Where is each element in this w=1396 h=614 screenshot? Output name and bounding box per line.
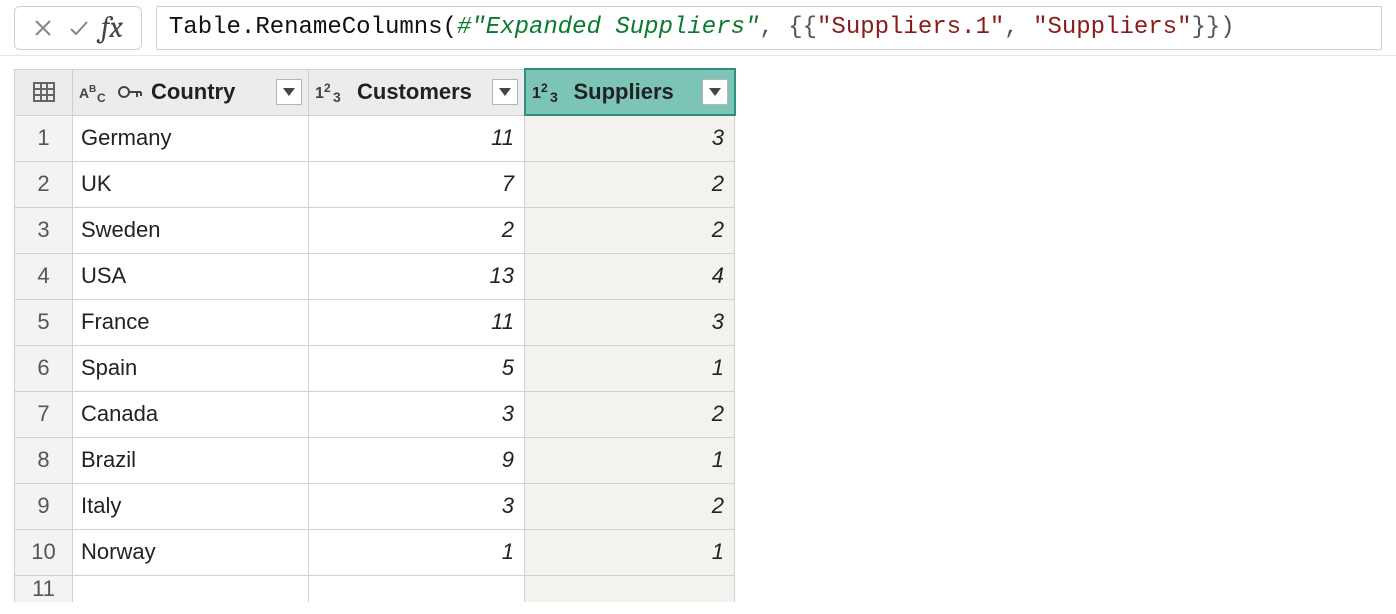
svg-text:1: 1	[315, 85, 324, 102]
data-grid: A B C Country	[0, 56, 1396, 602]
formula-token: ,	[1004, 14, 1033, 41]
select-all-corner[interactable]	[15, 69, 73, 115]
row-number[interactable]: 10	[15, 529, 73, 575]
column-label: Country	[149, 79, 235, 105]
table-row[interactable]: 8Brazil91	[15, 437, 735, 483]
cell-country[interactable]: Spain	[73, 345, 309, 391]
svg-text:C: C	[97, 91, 106, 104]
svg-text:3: 3	[550, 89, 558, 104]
formula-token: "Suppliers"	[1033, 14, 1191, 41]
column-header-country[interactable]: A B C Country	[73, 69, 309, 115]
table-row[interactable]: 2UK72	[15, 161, 735, 207]
cell-customers[interactable]: 9	[309, 437, 525, 483]
cell-suppliers[interactable]: 1	[525, 437, 735, 483]
cell-suppliers[interactable]: 2	[525, 483, 735, 529]
table-row[interactable]: 6Spain51	[15, 345, 735, 391]
table-row[interactable]: 10Norway11	[15, 529, 735, 575]
cell-country[interactable]: Brazil	[73, 437, 309, 483]
cell-suppliers[interactable]: 2	[525, 391, 735, 437]
formula-token: , {{	[759, 14, 817, 41]
table-row[interactable]: 11	[15, 575, 735, 602]
row-number[interactable]: 6	[15, 345, 73, 391]
svg-text:A: A	[79, 85, 89, 101]
formula-token: Table.RenameColumns(	[169, 14, 457, 41]
formula-input[interactable]: Table.RenameColumns(#"Expanded Suppliers…	[156, 6, 1382, 50]
formula-bar: fx Table.RenameColumns(#"Expanded Suppli…	[0, 0, 1396, 56]
cell-customers[interactable]: 2	[309, 207, 525, 253]
row-number[interactable]: 2	[15, 161, 73, 207]
cell-country[interactable]: Canada	[73, 391, 309, 437]
table-row[interactable]: 4USA134	[15, 253, 735, 299]
filter-button-customers[interactable]	[492, 79, 518, 105]
cell-country[interactable]: France	[73, 299, 309, 345]
key-icon	[117, 81, 143, 103]
svg-text:2: 2	[324, 81, 331, 95]
row-number[interactable]: 9	[15, 483, 73, 529]
filter-button-country[interactable]	[276, 79, 302, 105]
number-type-icon: 1 2 3	[532, 80, 566, 104]
table-row[interactable]: 7Canada32	[15, 391, 735, 437]
cell-customers[interactable]: 7	[309, 161, 525, 207]
row-number[interactable]: 5	[15, 299, 73, 345]
cell-suppliers[interactable]: 3	[525, 115, 735, 161]
cell-customers[interactable]: 3	[309, 483, 525, 529]
row-number[interactable]: 7	[15, 391, 73, 437]
svg-text:B: B	[89, 84, 96, 95]
cell-country[interactable]: Germany	[73, 115, 309, 161]
cell-customers[interactable]: 3	[309, 391, 525, 437]
row-number[interactable]: 1	[15, 115, 73, 161]
formula-token: #"Expanded Suppliers"	[457, 14, 759, 41]
formula-controls: fx	[14, 6, 142, 50]
table-row[interactable]: 5France113	[15, 299, 735, 345]
cell-country[interactable]: UK	[73, 161, 309, 207]
column-header-customers[interactable]: 1 2 3 Customers	[309, 69, 525, 115]
number-type-icon: 1 2 3	[315, 80, 349, 104]
table-row[interactable]: 9Italy32	[15, 483, 735, 529]
cell-suppliers[interactable]: 2	[525, 207, 735, 253]
cell-suppliers[interactable]: 4	[525, 253, 735, 299]
cell-suppliers[interactable]: 2	[525, 161, 735, 207]
cell-country[interactable]: Sweden	[73, 207, 309, 253]
cell-suppliers[interactable]: 1	[525, 345, 735, 391]
cell-country[interactable]: USA	[73, 253, 309, 299]
formula-token: "Suppliers.1"	[817, 14, 1004, 41]
row-number[interactable]: 4	[15, 253, 73, 299]
cell-country[interactable]	[73, 575, 309, 602]
cell-customers[interactable]: 5	[309, 345, 525, 391]
text-type-icon: A B C	[79, 80, 111, 104]
cell-suppliers[interactable]: 1	[525, 529, 735, 575]
cell-customers[interactable]	[309, 575, 525, 602]
svg-text:2: 2	[541, 81, 548, 95]
row-number[interactable]: 11	[15, 575, 73, 602]
cell-suppliers[interactable]	[525, 575, 735, 602]
formula-cancel-button[interactable]	[25, 8, 61, 48]
formula-token: }})	[1192, 14, 1235, 41]
column-label: Customers	[355, 79, 472, 105]
row-number[interactable]: 8	[15, 437, 73, 483]
cell-country[interactable]: Norway	[73, 529, 309, 575]
cell-suppliers[interactable]: 3	[525, 299, 735, 345]
svg-text:1: 1	[532, 85, 541, 102]
formula-commit-button[interactable]	[61, 8, 97, 48]
row-number[interactable]: 3	[15, 207, 73, 253]
table-row[interactable]: 1Germany113	[15, 115, 735, 161]
cell-customers[interactable]: 1	[309, 529, 525, 575]
fx-icon: fx	[97, 10, 131, 45]
table-row[interactable]: 3Sweden22	[15, 207, 735, 253]
cell-customers[interactable]: 11	[309, 299, 525, 345]
filter-button-suppliers[interactable]	[702, 79, 728, 105]
column-header-suppliers[interactable]: 1 2 3 Suppliers	[525, 69, 735, 115]
cell-customers[interactable]: 11	[309, 115, 525, 161]
cell-customers[interactable]: 13	[309, 253, 525, 299]
svg-text:3: 3	[333, 89, 341, 104]
column-label: Suppliers	[572, 79, 674, 105]
cell-country[interactable]: Italy	[73, 483, 309, 529]
